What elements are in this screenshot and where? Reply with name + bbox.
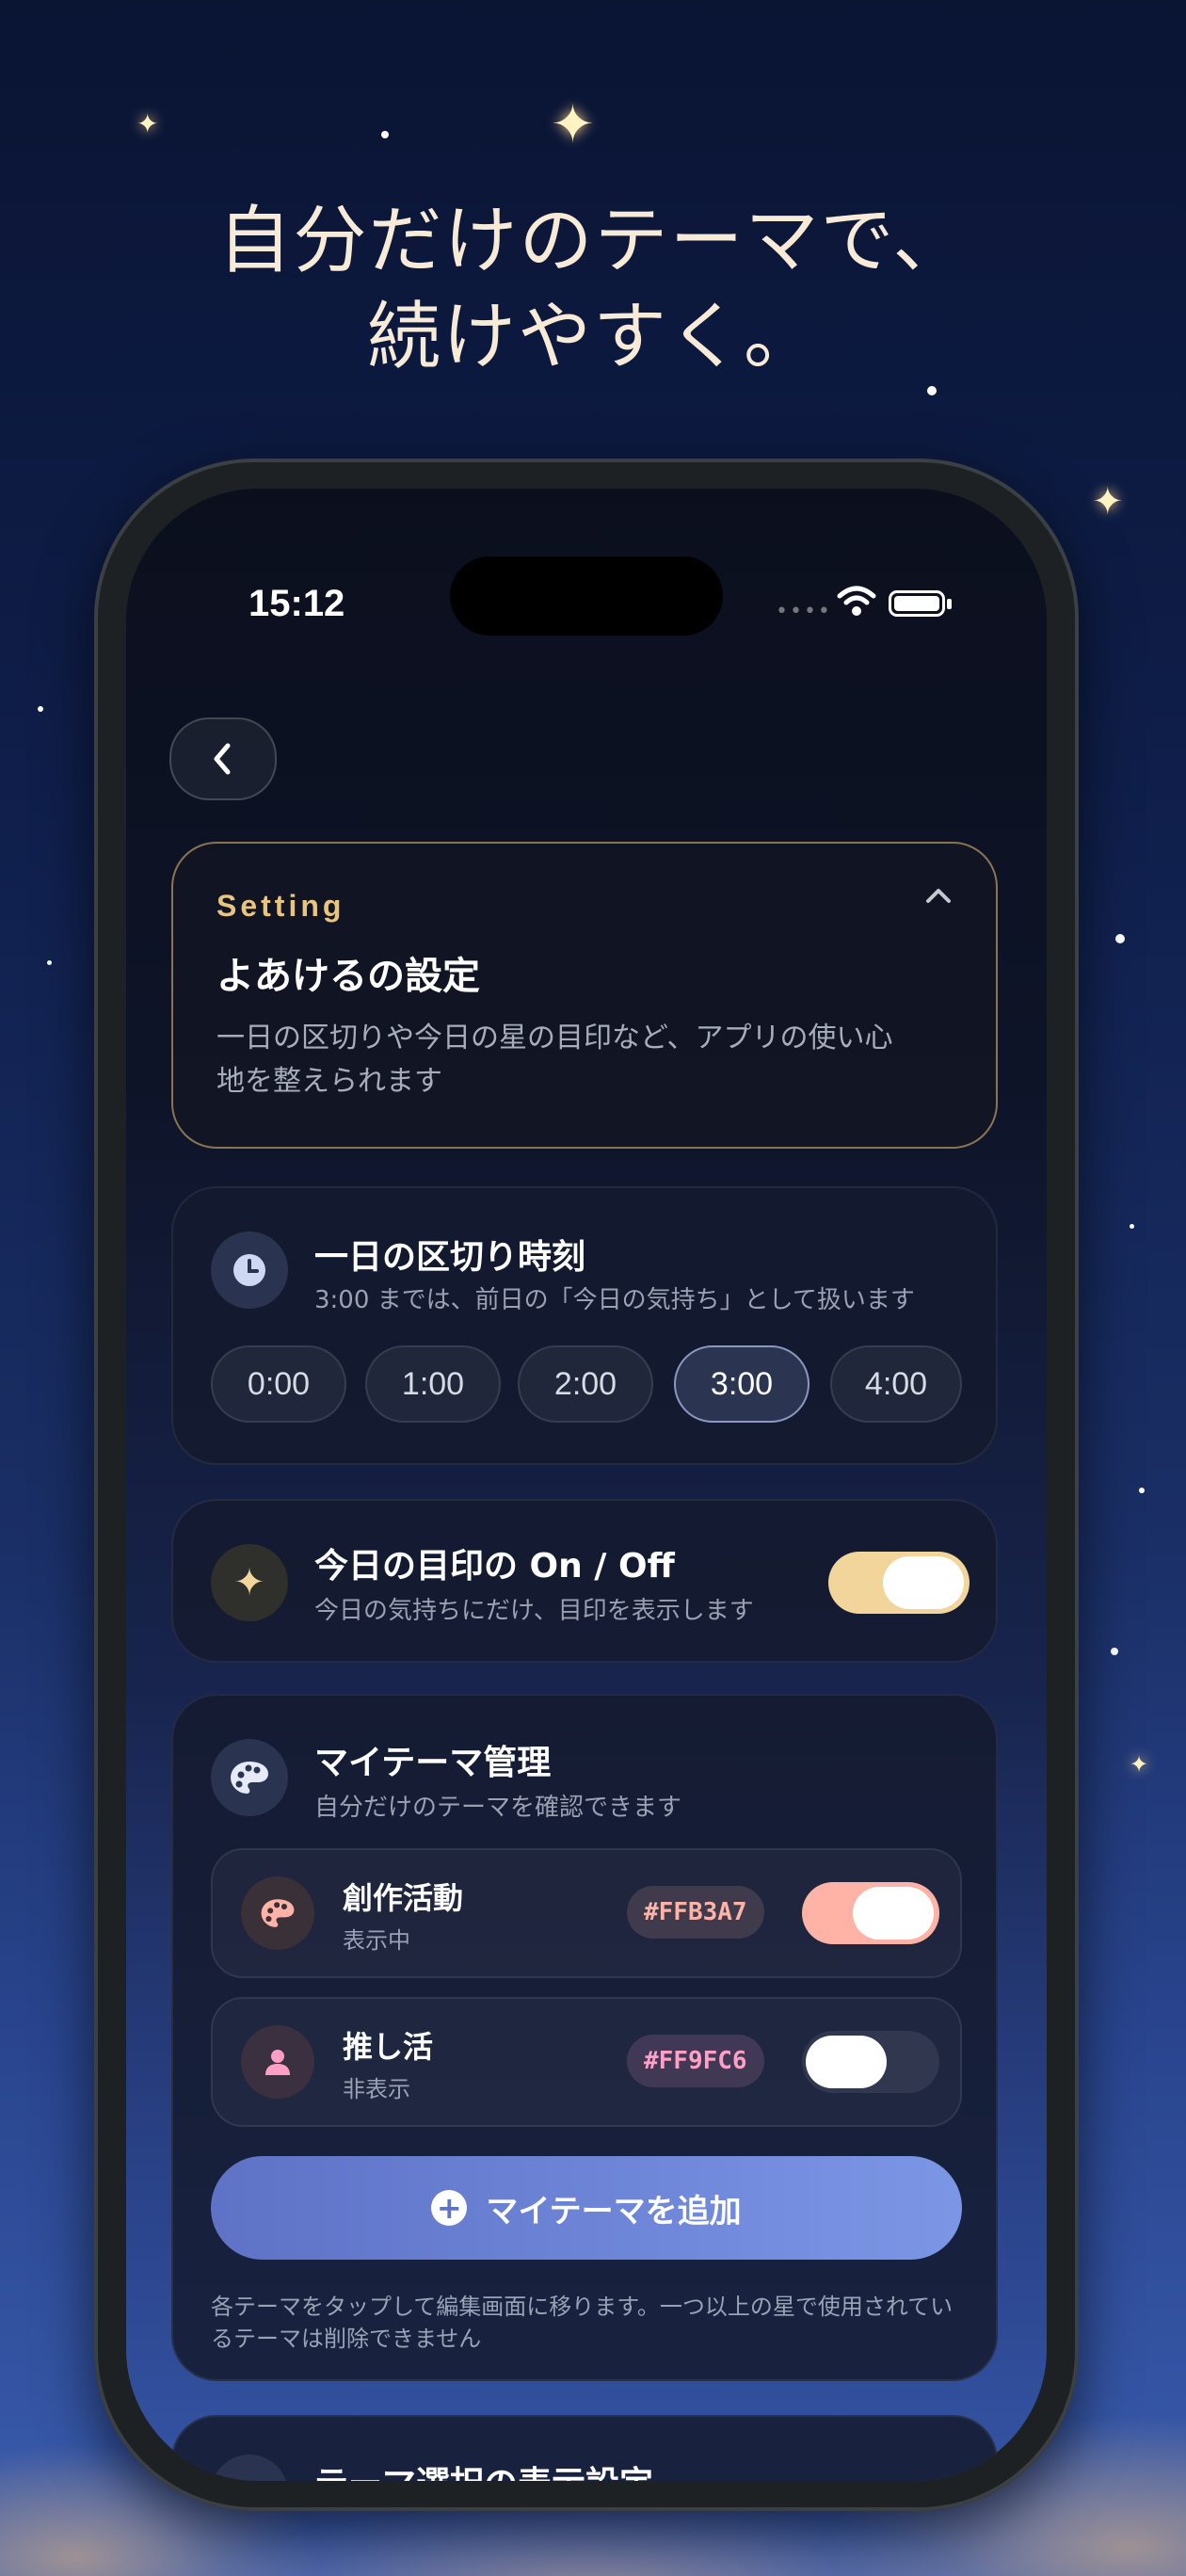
page-title: よあけるの設定 [216, 955, 480, 998]
toggle-knob [853, 1887, 934, 1940]
sparkle-icon: ✦ [136, 108, 159, 139]
settings-header-card[interactable]: Setting よあけるの設定 一日の区切りや今日の星の目印など、アプリの使い心… [171, 842, 998, 1149]
theme-status: 非表示 [343, 2076, 410, 2102]
cutoff-option-4[interactable]: 4:00 [830, 1345, 962, 1423]
battery-tip [947, 599, 952, 609]
cellular-signal-icon: •••• [776, 600, 832, 623]
headline-line-2: 続けやすく。 [366, 295, 819, 379]
theme-item-oshikatsu[interactable]: 推し活 非表示 #FF9FC6 [211, 1997, 962, 2127]
theme-color-hex: #FF9FC6 [627, 2035, 764, 2087]
daily-marker-subtitle: 今日の気持ちにだけ、目印を表示します [314, 1597, 754, 1625]
theme-display-settings-card[interactable]: テーマ選択の表示設定 [171, 2415, 998, 2481]
cutoff-option-1[interactable]: 1:00 [365, 1345, 501, 1423]
add-theme-label: マイテーマを追加 [486, 2192, 742, 2230]
person-icon [241, 2025, 314, 2099]
star [1139, 1488, 1145, 1493]
wifi-icon [837, 586, 876, 616]
status-time: 15:12 [248, 583, 345, 624]
cutoff-option-2[interactable]: 2:00 [518, 1345, 653, 1423]
theme-status: 表示中 [343, 1927, 410, 1954]
theme-color-hex: #FFB3A7 [627, 1886, 764, 1939]
theme-display-settings-title: テーマ選択の表示設定 [314, 2456, 653, 2481]
palette-icon [241, 1876, 314, 1950]
my-themes-title: マイテーマ管理 [314, 1744, 552, 1782]
toggle-knob [883, 1556, 964, 1609]
settings-icon [211, 2455, 288, 2481]
star [1115, 934, 1125, 943]
headline: 自分だけのテーマで、 続けやすく。 [0, 193, 1186, 385]
theme-visibility-toggle[interactable] [802, 2031, 939, 2093]
cutoff-option-3-selected[interactable]: 3:00 [674, 1345, 809, 1423]
chevron-up-icon[interactable] [924, 885, 953, 906]
my-themes-card: マイテーマ管理 自分だけのテーマを確認できます 創作活動 表示中 #FFB3A7 [171, 1694, 998, 2381]
theme-name: 推し活 [343, 2029, 434, 2065]
daily-marker-title: 今日の目印の On / Off [314, 1547, 675, 1586]
day-cutoff-subtitle: 3:00 までは、前日の「今日の気持ち」として扱います [314, 1286, 915, 1314]
chevron-left-icon [214, 743, 231, 775]
dynamic-island [450, 556, 723, 636]
status-bar: 15:12 •••• [126, 556, 1047, 639]
star [38, 706, 43, 712]
clock-icon [211, 1232, 288, 1309]
daily-marker-card: ✦ 今日の目印の On / Off 今日の気持ちにだけ、目印を表示します [171, 1499, 998, 1663]
theme-item-creative[interactable]: 創作活動 表示中 #FFB3A7 [211, 1848, 962, 1978]
day-cutoff-card: 一日の区切り時刻 3:00 までは、前日の「今日の気持ち」として扱います 0:0… [171, 1186, 998, 1465]
phone-frame: 15:12 •••• Setting よあけるの設定 一日の区切りや今日の星の目… [94, 459, 1079, 2511]
star [47, 960, 52, 965]
back-button[interactable] [169, 717, 277, 800]
theme-visibility-toggle[interactable] [802, 1882, 939, 1944]
eyebrow-label: Setting [216, 889, 345, 923]
toggle-knob [806, 2036, 887, 2088]
star [1130, 1224, 1134, 1229]
star [381, 131, 389, 138]
add-theme-button[interactable]: + マイテーマを追加 [211, 2156, 962, 2260]
battery-icon [889, 590, 945, 617]
sparkle-icon: ✦ [551, 94, 595, 155]
page-description: 一日の区切りや今日の星の目印など、アプリの使い心地を整えられます [216, 1022, 893, 1098]
phone-screen: 15:12 •••• Setting よあけるの設定 一日の区切りや今日の星の目… [126, 489, 1047, 2481]
my-themes-subtitle: 自分だけのテーマを確認できます [314, 1794, 682, 1822]
themes-footnote: 各テーマをタップして編集画面に移ります。一つ以上の星で使用されているテーマは削除… [211, 2294, 954, 2352]
sparkles-icon: ✦ [211, 1544, 288, 1621]
palette-icon [211, 1739, 288, 1816]
sparkle-icon: ✦ [1130, 1751, 1149, 1778]
plus-icon: + [431, 2190, 468, 2226]
daily-marker-toggle[interactable] [828, 1552, 970, 1614]
sparkle-icon: ✦ [1092, 480, 1124, 523]
cutoff-option-0[interactable]: 0:00 [211, 1345, 346, 1423]
day-cutoff-title: 一日の区切り時刻 [314, 1238, 586, 1277]
headline-line-1: 自分だけのテーマで、 [217, 199, 969, 283]
star [927, 386, 937, 395]
theme-name: 創作活動 [343, 1880, 464, 1916]
star [1111, 1648, 1118, 1655]
